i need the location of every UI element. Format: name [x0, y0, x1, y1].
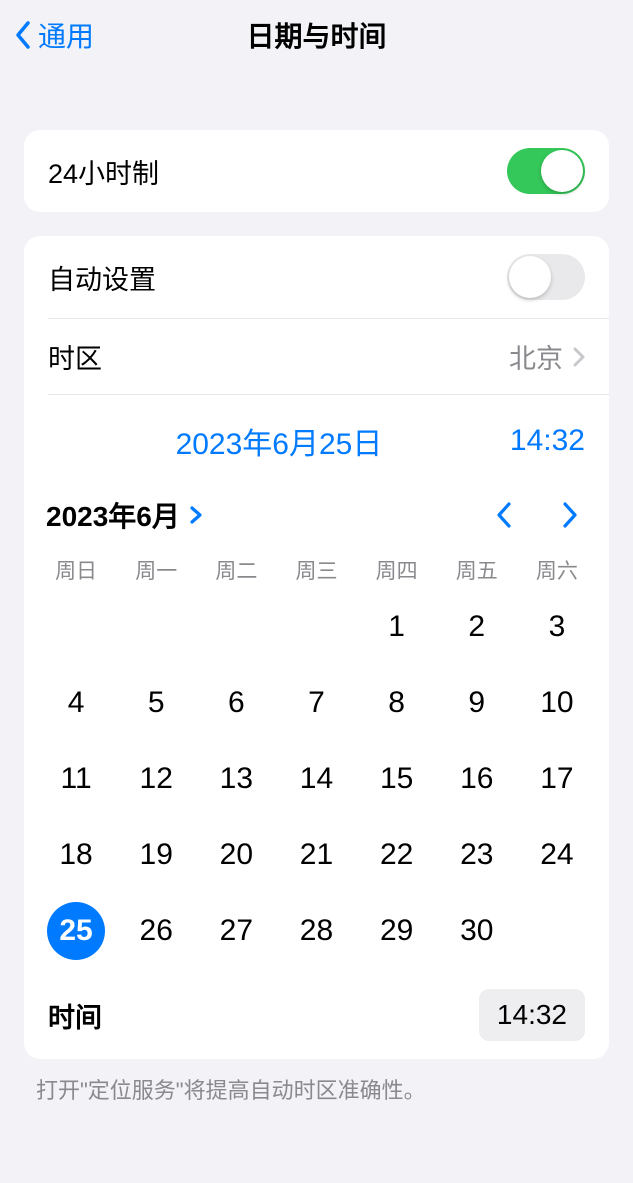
chevron-right-icon	[190, 506, 202, 524]
weekday-label: 周六	[517, 555, 597, 585]
month-label: 2023年6月	[46, 495, 180, 535]
footnote: 打开"定位服务"将提高自动时区准确性。	[0, 1059, 633, 1119]
calendar-day[interactable]: 10	[517, 665, 597, 741]
back-label: 通用	[38, 15, 94, 55]
calendar-day[interactable]: 30	[437, 893, 517, 969]
section-24h: 24小时制	[24, 130, 609, 212]
calendar-day[interactable]: 7	[276, 665, 356, 741]
weekday-label: 周一	[116, 555, 196, 585]
calendar-day[interactable]: 3	[517, 589, 597, 665]
calendar-day[interactable]: 17	[517, 741, 597, 817]
calendar-day[interactable]: 4	[36, 665, 116, 741]
prev-month-button[interactable]	[495, 501, 513, 529]
weekday-label: 周四	[357, 555, 437, 585]
calendar-day[interactable]: 29	[357, 893, 437, 969]
next-month-button[interactable]	[561, 501, 579, 529]
calendar-day[interactable]: 26	[116, 893, 196, 969]
calendar-day[interactable]: 24	[517, 817, 597, 893]
calendar-day[interactable]: 9	[437, 665, 517, 741]
calendar-grid: 1234567891011121314151617181920212223242…	[24, 589, 609, 977]
calendar-day[interactable]: 16	[437, 741, 517, 817]
weekday-label: 周五	[437, 555, 517, 585]
calendar-empty	[276, 589, 356, 665]
back-button[interactable]: 通用	[0, 15, 94, 55]
weekday-label: 周三	[276, 555, 356, 585]
value-timezone: 北京	[509, 337, 563, 376]
label-timezone: 时区	[48, 337, 102, 376]
calendar-day[interactable]: 12	[116, 741, 196, 817]
weekday-label: 周日	[36, 555, 116, 585]
page-title: 日期与时间	[0, 15, 633, 55]
calendar-day[interactable]: 28	[276, 893, 356, 969]
chevron-left-icon	[14, 20, 32, 50]
row-time: 时间 14:32	[24, 977, 609, 1059]
time-picker[interactable]: 14:32	[479, 989, 585, 1041]
row-24h: 24小时制	[24, 130, 609, 212]
section-datetime: 自动设置 时区 北京 2023年6月25日 14:32 2023年6月 周日周一…	[24, 236, 609, 1059]
calendar-day[interactable]: 2	[437, 589, 517, 665]
weekday-label: 周二	[196, 555, 276, 585]
calendar-empty	[196, 589, 276, 665]
calendar-day[interactable]: 11	[36, 741, 116, 817]
calendar-day[interactable]: 22	[357, 817, 437, 893]
calendar-day[interactable]: 27	[196, 893, 276, 969]
calendar-day[interactable]: 18	[36, 817, 116, 893]
picked-time[interactable]: 14:32	[510, 424, 585, 458]
calendar-day[interactable]: 6	[196, 665, 276, 741]
nav-bar: 通用 日期与时间	[0, 0, 633, 70]
month-picker[interactable]: 2023年6月	[46, 495, 202, 535]
calendar-day[interactable]: 14	[276, 741, 356, 817]
calendar-day[interactable]: 15	[357, 741, 437, 817]
weekday-row: 周日周一周二周三周四周五周六	[24, 549, 609, 589]
row-timezone[interactable]: 时区 北京	[24, 319, 609, 394]
calendar-day[interactable]: 23	[437, 817, 517, 893]
calendar-empty	[116, 589, 196, 665]
switch-24h[interactable]	[507, 148, 585, 194]
calendar-day[interactable]: 21	[276, 817, 356, 893]
row-picked-datetime: 2023年6月25日 14:32	[24, 395, 609, 481]
calendar-day[interactable]: 20	[196, 817, 276, 893]
switch-auto-set[interactable]	[507, 254, 585, 300]
label-auto-set: 自动设置	[48, 258, 156, 297]
calendar-day[interactable]: 8	[357, 665, 437, 741]
calendar-day[interactable]: 13	[196, 741, 276, 817]
calendar-empty	[36, 589, 116, 665]
picked-date[interactable]: 2023年6月25日	[176, 419, 383, 463]
calendar-day[interactable]: 1	[357, 589, 437, 665]
calendar-header: 2023年6月	[24, 481, 609, 549]
chevron-right-icon	[573, 347, 585, 367]
calendar-day[interactable]: 5	[116, 665, 196, 741]
calendar-day[interactable]: 19	[116, 817, 196, 893]
label-24h: 24小时制	[48, 152, 159, 191]
row-auto-set: 自动设置	[24, 236, 609, 318]
label-time: 时间	[48, 996, 102, 1035]
calendar-day[interactable]: 25	[36, 893, 116, 969]
